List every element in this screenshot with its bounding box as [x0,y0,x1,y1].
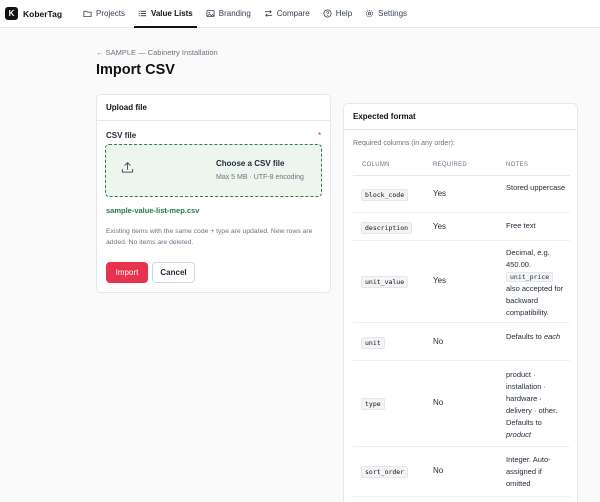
column-code: block_code [361,189,409,201]
image-icon [206,9,215,18]
nav-branding[interactable]: Branding [202,4,255,24]
format-table-header: COLUMN REQUIRED NOTES [353,154,570,176]
csv-dropzone[interactable]: Choose a CSV file Max 5 MB · UTF-8 encod… [105,144,322,197]
table-row: sort_order No Integer. Auto-assigned if … [353,447,570,497]
folder-icon [83,10,92,18]
required-header: REQUIRED [433,162,468,168]
nav-settings-label: Settings [378,9,408,18]
upload-card: Upload file CSV file * Choose a CSV file… [96,94,331,293]
notes-text: Decimal, e.g. 450.00. [506,248,550,269]
required-value: Yes [433,189,447,198]
notes-emphasis: each [543,332,561,341]
column-notes: Defaults to each [506,331,566,343]
nav-branding-label: Branding [218,9,251,18]
table-row: unit No Defaults to each [353,323,570,361]
table-row: description Yes Free text [353,213,570,241]
column-notes: Free text [506,221,536,230]
list-icon [138,10,147,17]
dropzone-title: Choose a CSV file [216,159,285,168]
import-button[interactable]: Import [106,262,148,283]
nav-compare-label: Compare [276,9,310,18]
column-notes: product · installation · hardware · deli… [506,369,566,441]
column-code: description [361,222,413,234]
column-code: unit_value [361,276,409,288]
table-row: block_code Yes Stored uppercase [353,176,570,213]
column-code: sort_order [361,466,409,478]
upload-icon [121,162,134,173]
upload-card-header: Upload file [97,95,330,121]
required-value: Yes [433,222,447,231]
notes-text: Defaults to [506,332,542,341]
notes-header: NOTES [506,162,529,168]
notes-inline-code: unit_price [506,272,554,282]
csv-file-label: CSV file [106,131,137,140]
column-header: COLUMN [362,162,390,168]
table-row: unit_value Yes Decimal, e.g. 450.00. uni… [353,241,570,323]
column-code: unit [361,337,385,349]
nav-projects-label: Projects [96,9,125,18]
notes-text: also accepted for backward compatibility… [506,284,564,317]
column-notes: Decimal, e.g. 450.00. unit_price also ac… [506,247,566,319]
notes-text: product · installation · hardware · deli… [506,370,558,427]
table-row: type No product · installation · hardwar… [353,361,570,447]
dropzone-subtitle: Max 5 MB · UTF-8 encoding [216,174,304,181]
column-code: type [361,398,385,410]
help-circle-icon [323,9,332,18]
brand-logo: K [5,7,18,20]
required-value: No [433,398,444,407]
page-title: Import CSV [96,62,175,78]
gear-icon [366,9,374,18]
required-columns-text: Required columns (in any order): [353,140,455,147]
nav-value-lists-label: Value Lists [150,9,193,18]
expected-format-card: Expected format Required columns (in any… [343,103,578,502]
nav-settings[interactable]: Settings [361,4,411,24]
required-value: No [433,466,444,475]
nav-compare[interactable]: Compare [260,4,314,24]
arrows-compare-icon [264,10,272,17]
required-value: No [433,337,444,346]
notes-emphasis: product [506,430,532,439]
expected-format-header: Expected format [344,104,577,130]
selected-file-name: sample-value-list-mep.csv [106,206,200,215]
nav-help[interactable]: Help [319,4,356,24]
required-marker: * [318,131,322,140]
nav-projects[interactable]: Projects [79,4,129,24]
brand-name: KoberTag [23,8,63,19]
column-notes: Integer. Auto-assigned if omitted [506,455,551,488]
nav-help-label: Help [335,9,353,18]
back-link[interactable]: ← SAMPLE — Cabinetry Installation [96,48,218,57]
brand[interactable]: K KoberTag [5,7,62,20]
upload-help-text: Existing items with the same code + type… [106,228,313,246]
nav-value-lists[interactable]: Value Lists [133,4,197,28]
required-value: Yes [433,276,447,285]
cancel-button[interactable]: Cancel [152,262,195,283]
column-notes: Stored uppercase [506,183,566,192]
top-nav: K KoberTag Projects Value Lists Branding… [0,0,600,28]
